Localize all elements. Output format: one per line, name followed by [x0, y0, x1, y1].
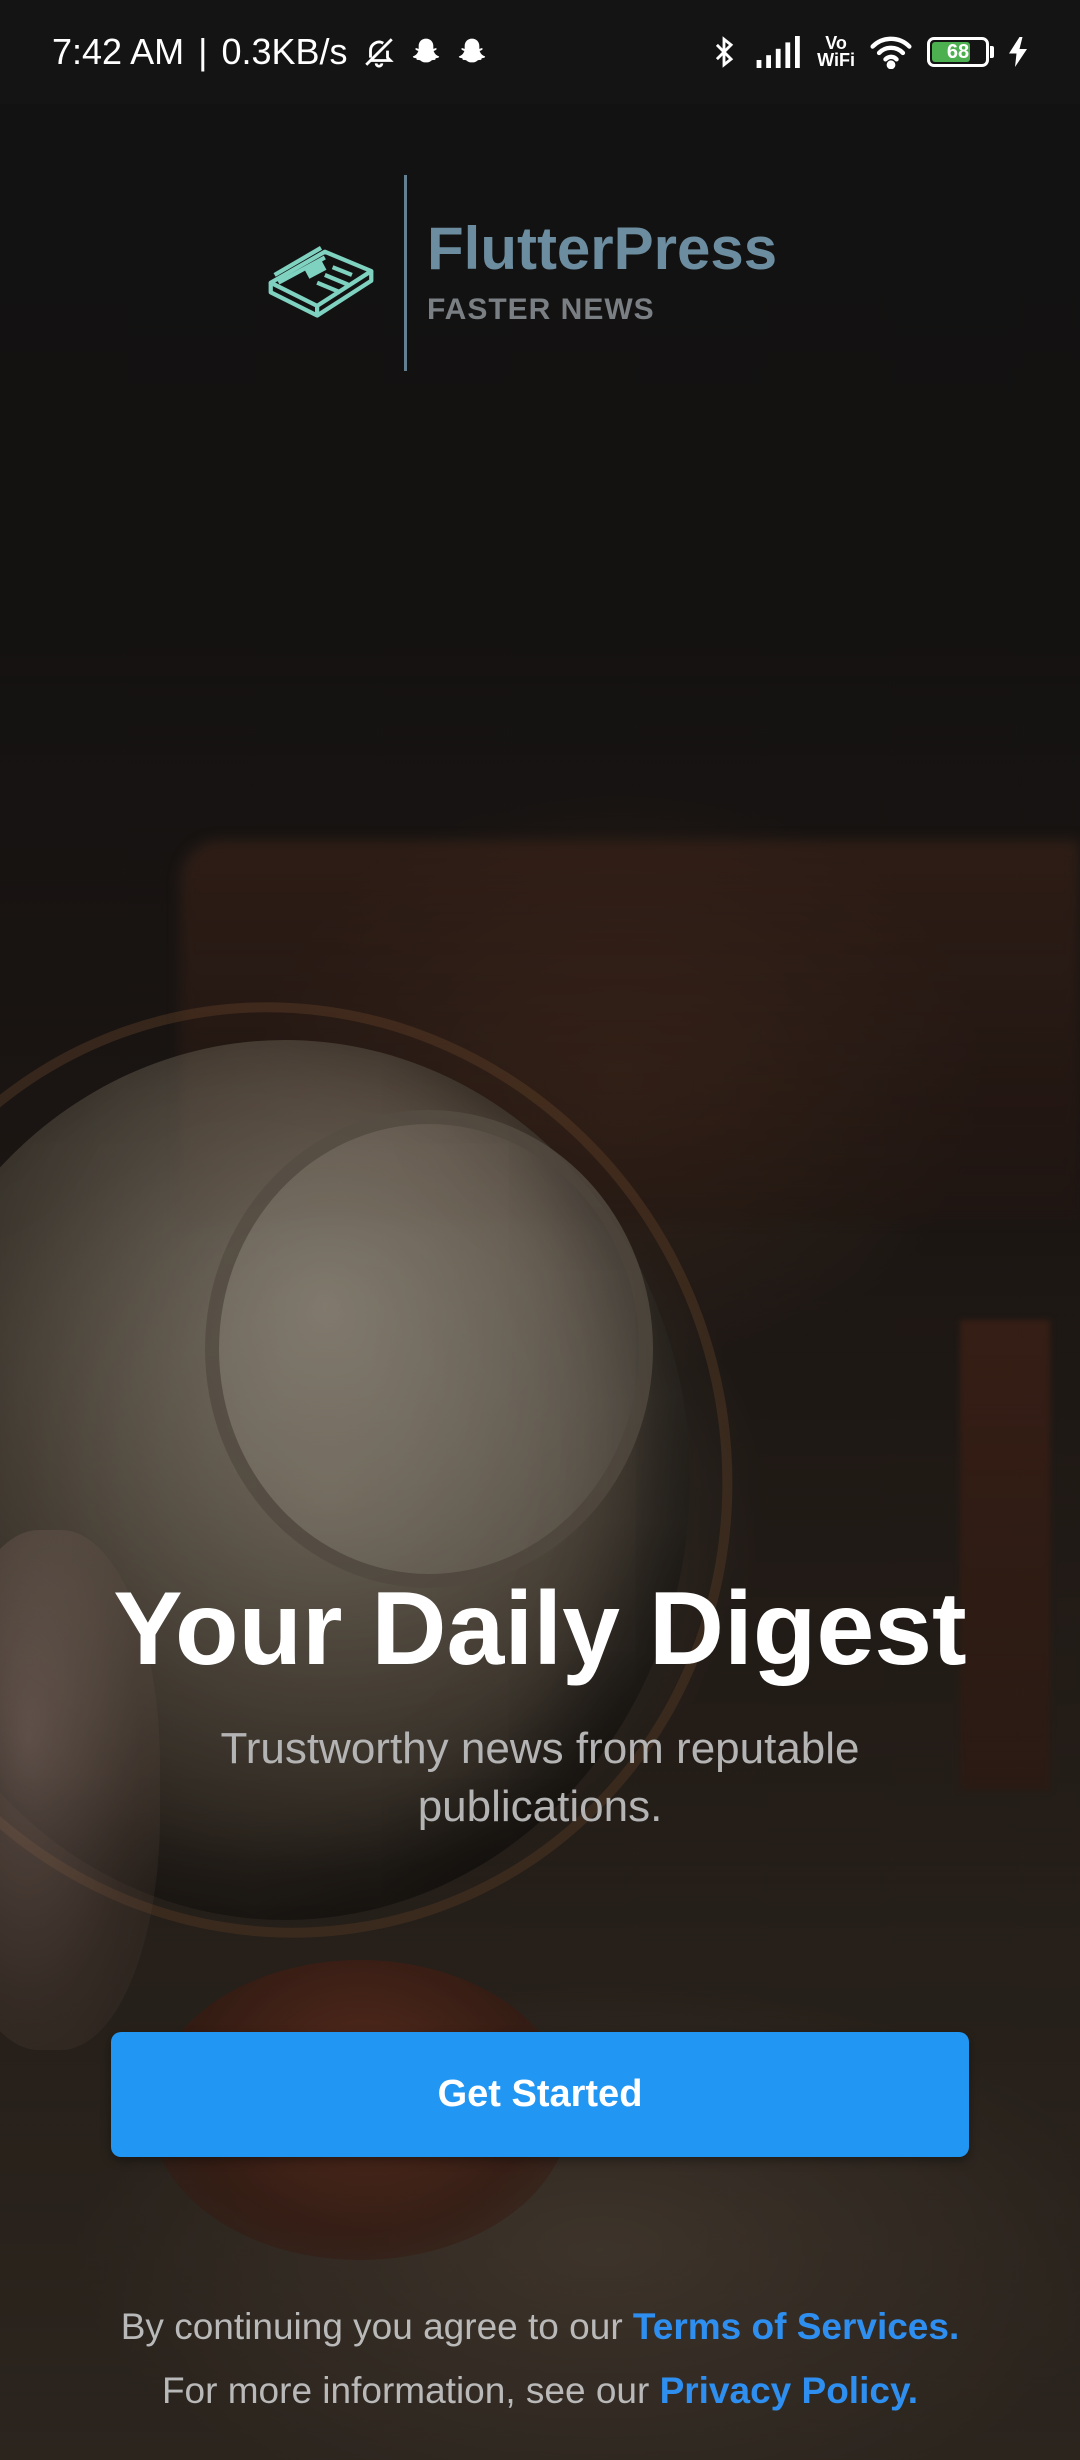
headline: Your Daily Digest — [113, 1571, 967, 1687]
status-time: 7:42 AM — [52, 31, 185, 72]
snapchat-icon — [456, 36, 488, 68]
headline-subtitle: Trustworthy news from reputable publicat… — [220, 1724, 860, 1831]
legal-notice: By continuing you agree to our Terms of … — [0, 2295, 1080, 2423]
vowifi-bottom-label: WiFi — [817, 50, 855, 70]
bluetooth-icon — [707, 33, 741, 71]
privacy-line: For more information, see our Privacy Po… — [0, 2359, 1080, 2423]
logo-text: FlutterPress FASTER NEWS — [427, 219, 777, 327]
onboarding-screen: 7:42 AM | 0.3KB/s Vo WiFi 68 FlutterPres… — [0, 0, 1080, 2460]
logo-divider — [404, 175, 407, 371]
battery-level: 68 — [946, 41, 970, 63]
newspaper-icon — [262, 214, 380, 332]
status-bar-left: 7:42 AM | 0.3KB/s — [52, 31, 488, 73]
status-bar: 7:42 AM | 0.3KB/s Vo WiFi 68 — [0, 0, 1080, 104]
charging-icon — [1008, 37, 1028, 67]
status-bar-right: Vo WiFi 68 — [707, 33, 1028, 71]
status-separator: | — [198, 31, 208, 72]
signal-icon — [755, 36, 803, 68]
vowifi-icon: Vo WiFi — [817, 34, 855, 70]
logo-title: FlutterPress — [427, 215, 778, 282]
wifi-icon — [869, 35, 913, 69]
status-net-speed: 0.3KB/s — [221, 31, 348, 72]
bell-off-icon — [362, 35, 396, 69]
logo-subtitle: FASTER NEWS — [427, 293, 655, 326]
terms-link[interactable]: Terms of Services. — [633, 2306, 959, 2347]
privacy-prefix: For more information, see our — [161, 2370, 650, 2411]
app-logo: FlutterPress FASTER NEWS — [262, 175, 777, 371]
terms-line: By continuing you agree to our Terms of … — [0, 2295, 1080, 2359]
terms-prefix: By continuing you agree to our — [120, 2306, 623, 2347]
snapchat-icon — [410, 36, 442, 68]
battery-icon: 68 — [927, 37, 994, 67]
privacy-policy-link[interactable]: Privacy Policy. — [660, 2370, 918, 2411]
get-started-button[interactable]: Get Started — [111, 2032, 969, 2157]
